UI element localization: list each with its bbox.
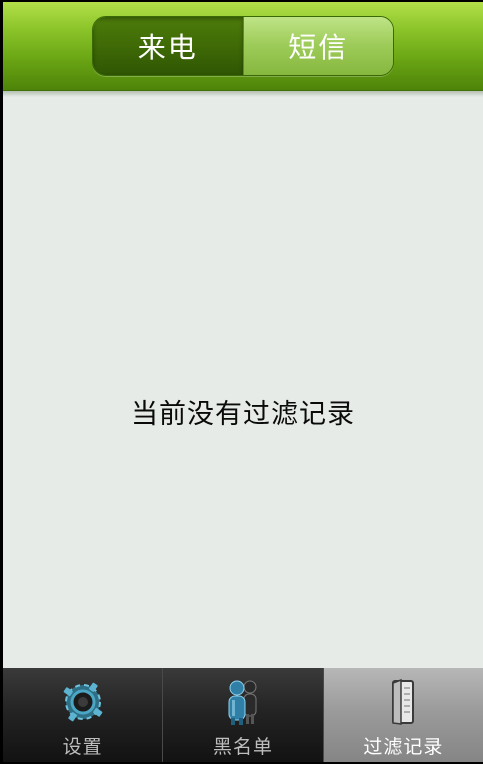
document-icon: [392, 678, 415, 725]
gear-icon: [63, 682, 103, 722]
app-screen: 来电 短信 当前没有过滤记录 设置 黑名单 过滤记录: [3, 2, 483, 762]
tab-incoming-calls[interactable]: 来电: [93, 17, 243, 75]
header-shadow: [3, 91, 483, 97]
call-sms-segmented-control: 来电 短信: [92, 16, 394, 76]
top-header: 来电 短信: [3, 2, 483, 91]
tab-blacklist-label: 黑名单: [212, 736, 273, 758]
tab-settings-label: 设置: [62, 736, 103, 758]
tab-settings[interactable]: 设置: [3, 668, 164, 762]
empty-state-message: 当前没有过滤记录: [131, 399, 355, 430]
people-icon: [228, 680, 257, 725]
tab-filter-records[interactable]: 过滤记录: [323, 668, 483, 762]
bottom-tab-bar: 设置 黑名单 过滤记录: [3, 668, 483, 762]
tab-filter-records-label: 过滤记录: [363, 736, 444, 758]
tab-blacklist[interactable]: 黑名单: [163, 668, 324, 762]
tab-sms[interactable]: 短信: [242, 17, 393, 75]
